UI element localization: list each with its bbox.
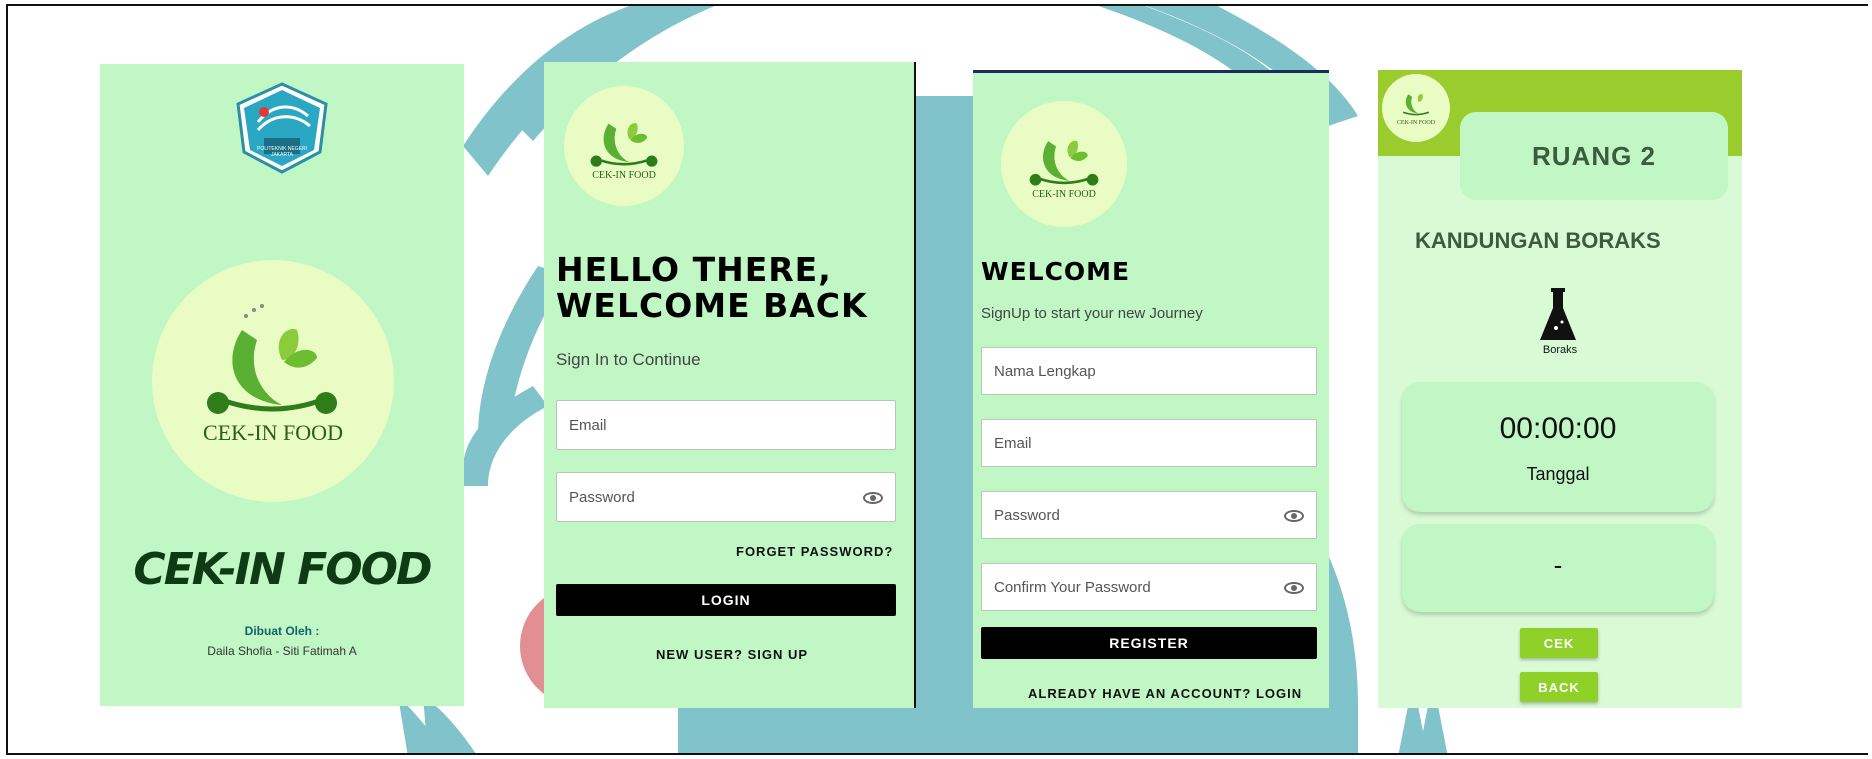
subtitle: SignUp to start your new Journey [981,305,1203,322]
room-title-card: RUANG 2 [1460,112,1728,200]
show-confirm-password-eye-icon[interactable] [1284,582,1304,594]
time-card: 00:00:00 Tanggal [1402,382,1714,512]
password-placeholder: Password [994,506,1060,524]
logo-text: CEK-IN FOOD [203,420,343,445]
show-password-eye-icon[interactable] [1284,510,1304,522]
logo-circle: CEK-IN FOOD [152,260,394,502]
register-button[interactable]: REGISTER [981,627,1317,659]
date-label: Tanggal [1526,464,1590,484]
password-placeholder: Password [569,488,635,506]
logo-circle: CEK-IN FOOD [564,86,684,206]
full-name-field[interactable]: Nama Lengkap [981,347,1317,395]
flask-icon [1540,288,1576,340]
room-title: RUANG 2 [1531,140,1656,171]
login-link[interactable]: ALREADY HAVE AN ACCOUNT? LOGIN [1028,686,1302,701]
logo-circle: CEK-IN FOOD [1001,101,1127,227]
email-field[interactable]: Email [981,419,1317,467]
room-screen: CEK-IN FOOD RUANG 2 KANDUNGAN BORAKS Bor… [1378,70,1742,708]
app-title: CEK-IN FOOD [133,544,432,595]
time-display: 00:00:00 [1499,412,1617,445]
login-screen: CEK-IN FOOD HELLO THERE, WELCOME BACK Si… [544,62,916,708]
forgot-password-link[interactable]: FORGET PASSWORD? [736,544,893,559]
badge-text: POLITEKNIK NEGERI JAKARTA [256,146,307,158]
password-field[interactable]: Password [981,491,1317,539]
logo-text: CEK-IN FOOD [592,170,656,181]
logo-text: CEK-IN FOOD [1396,120,1436,126]
page-title: WELCOME [981,257,1131,286]
leaf-logo-icon [1029,140,1099,186]
title-line-1: HELLO THERE, [556,250,832,289]
password-field[interactable]: Password [556,472,896,522]
page-title: HELLO THERE, WELCOME BACK [556,252,868,324]
title-line-2: WELCOME BACK [556,286,868,325]
canvas-frame: POLITEKNIK NEGERI JAKARTA CEK-IN FOOD CE… [6,4,1868,755]
polytechnic-badge-icon [236,82,328,174]
splash-screen: POLITEKNIK NEGERI JAKARTA CEK-IN FOOD CE… [100,64,464,706]
signup-link[interactable]: NEW USER? SIGN UP [656,647,808,662]
check-button[interactable]: CEK [1520,628,1598,658]
register-screen: CEK-IN FOOD WELCOME SignUp to start your… [973,70,1329,708]
logo-circle-small: CEK-IN FOOD [1382,74,1450,142]
back-button[interactable]: BACK [1520,672,1598,702]
show-password-eye-icon[interactable] [863,492,883,504]
confirm-password-field[interactable]: Confirm Your Password [981,563,1317,611]
subtitle: Sign In to Continue [556,350,701,369]
email-placeholder: Email [569,416,607,434]
logo-text: CEK-IN FOOD [1032,189,1096,200]
confirm-password-placeholder: Confirm Your Password [994,578,1151,596]
credit-heading: Dibuat Oleh : [244,624,320,638]
login-button[interactable]: LOGIN [556,584,896,616]
section-title: KANDUNGAN BORAKS [1415,228,1661,253]
leaf-logo-icon [1402,94,1430,116]
email-field[interactable]: Email [556,400,896,450]
flask-label: Boraks [1542,344,1578,356]
leaf-logo-icon [207,304,337,414]
leaf-logo-icon [590,123,658,167]
credit-names: Daila Shofia - Siti Fatimah A [207,644,357,658]
result-card: - [1402,524,1714,612]
result-value: - [1553,550,1563,580]
full-name-placeholder: Nama Lengkap [994,362,1096,380]
email-placeholder: Email [994,434,1032,452]
